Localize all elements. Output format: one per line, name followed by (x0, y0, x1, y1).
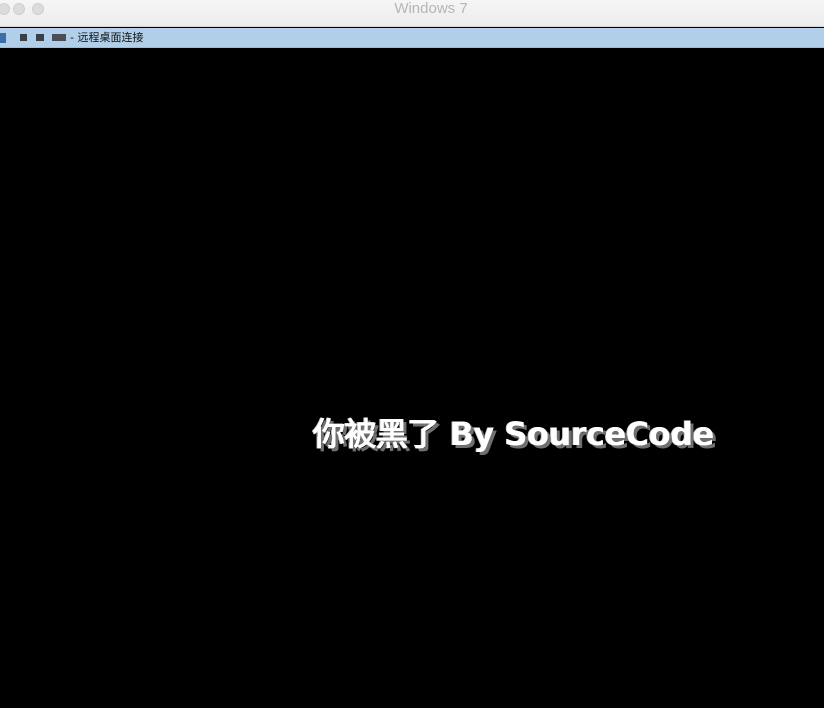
window-title: Windows 7 (394, 0, 468, 17)
redacted-host-block (36, 34, 44, 41)
rdp-title: - 远程桌面连接 (70, 30, 144, 44)
redacted-host-block (20, 34, 27, 41)
mac-titlebar[interactable]: Windows 7 (0, 0, 824, 27)
remote-desktop-icon (0, 32, 6, 43)
rdp-title-bar[interactable]: - 远程桌面连接 (0, 28, 824, 48)
vm-window: Windows 7 - 远程桌面连接 你被黑了 By SourceCode (0, 0, 824, 708)
remote-desktop-screen[interactable]: 你被黑了 By SourceCode (0, 49, 824, 708)
redacted-host-block (52, 34, 66, 41)
hacked-message: 你被黑了 By SourceCode (313, 415, 714, 453)
